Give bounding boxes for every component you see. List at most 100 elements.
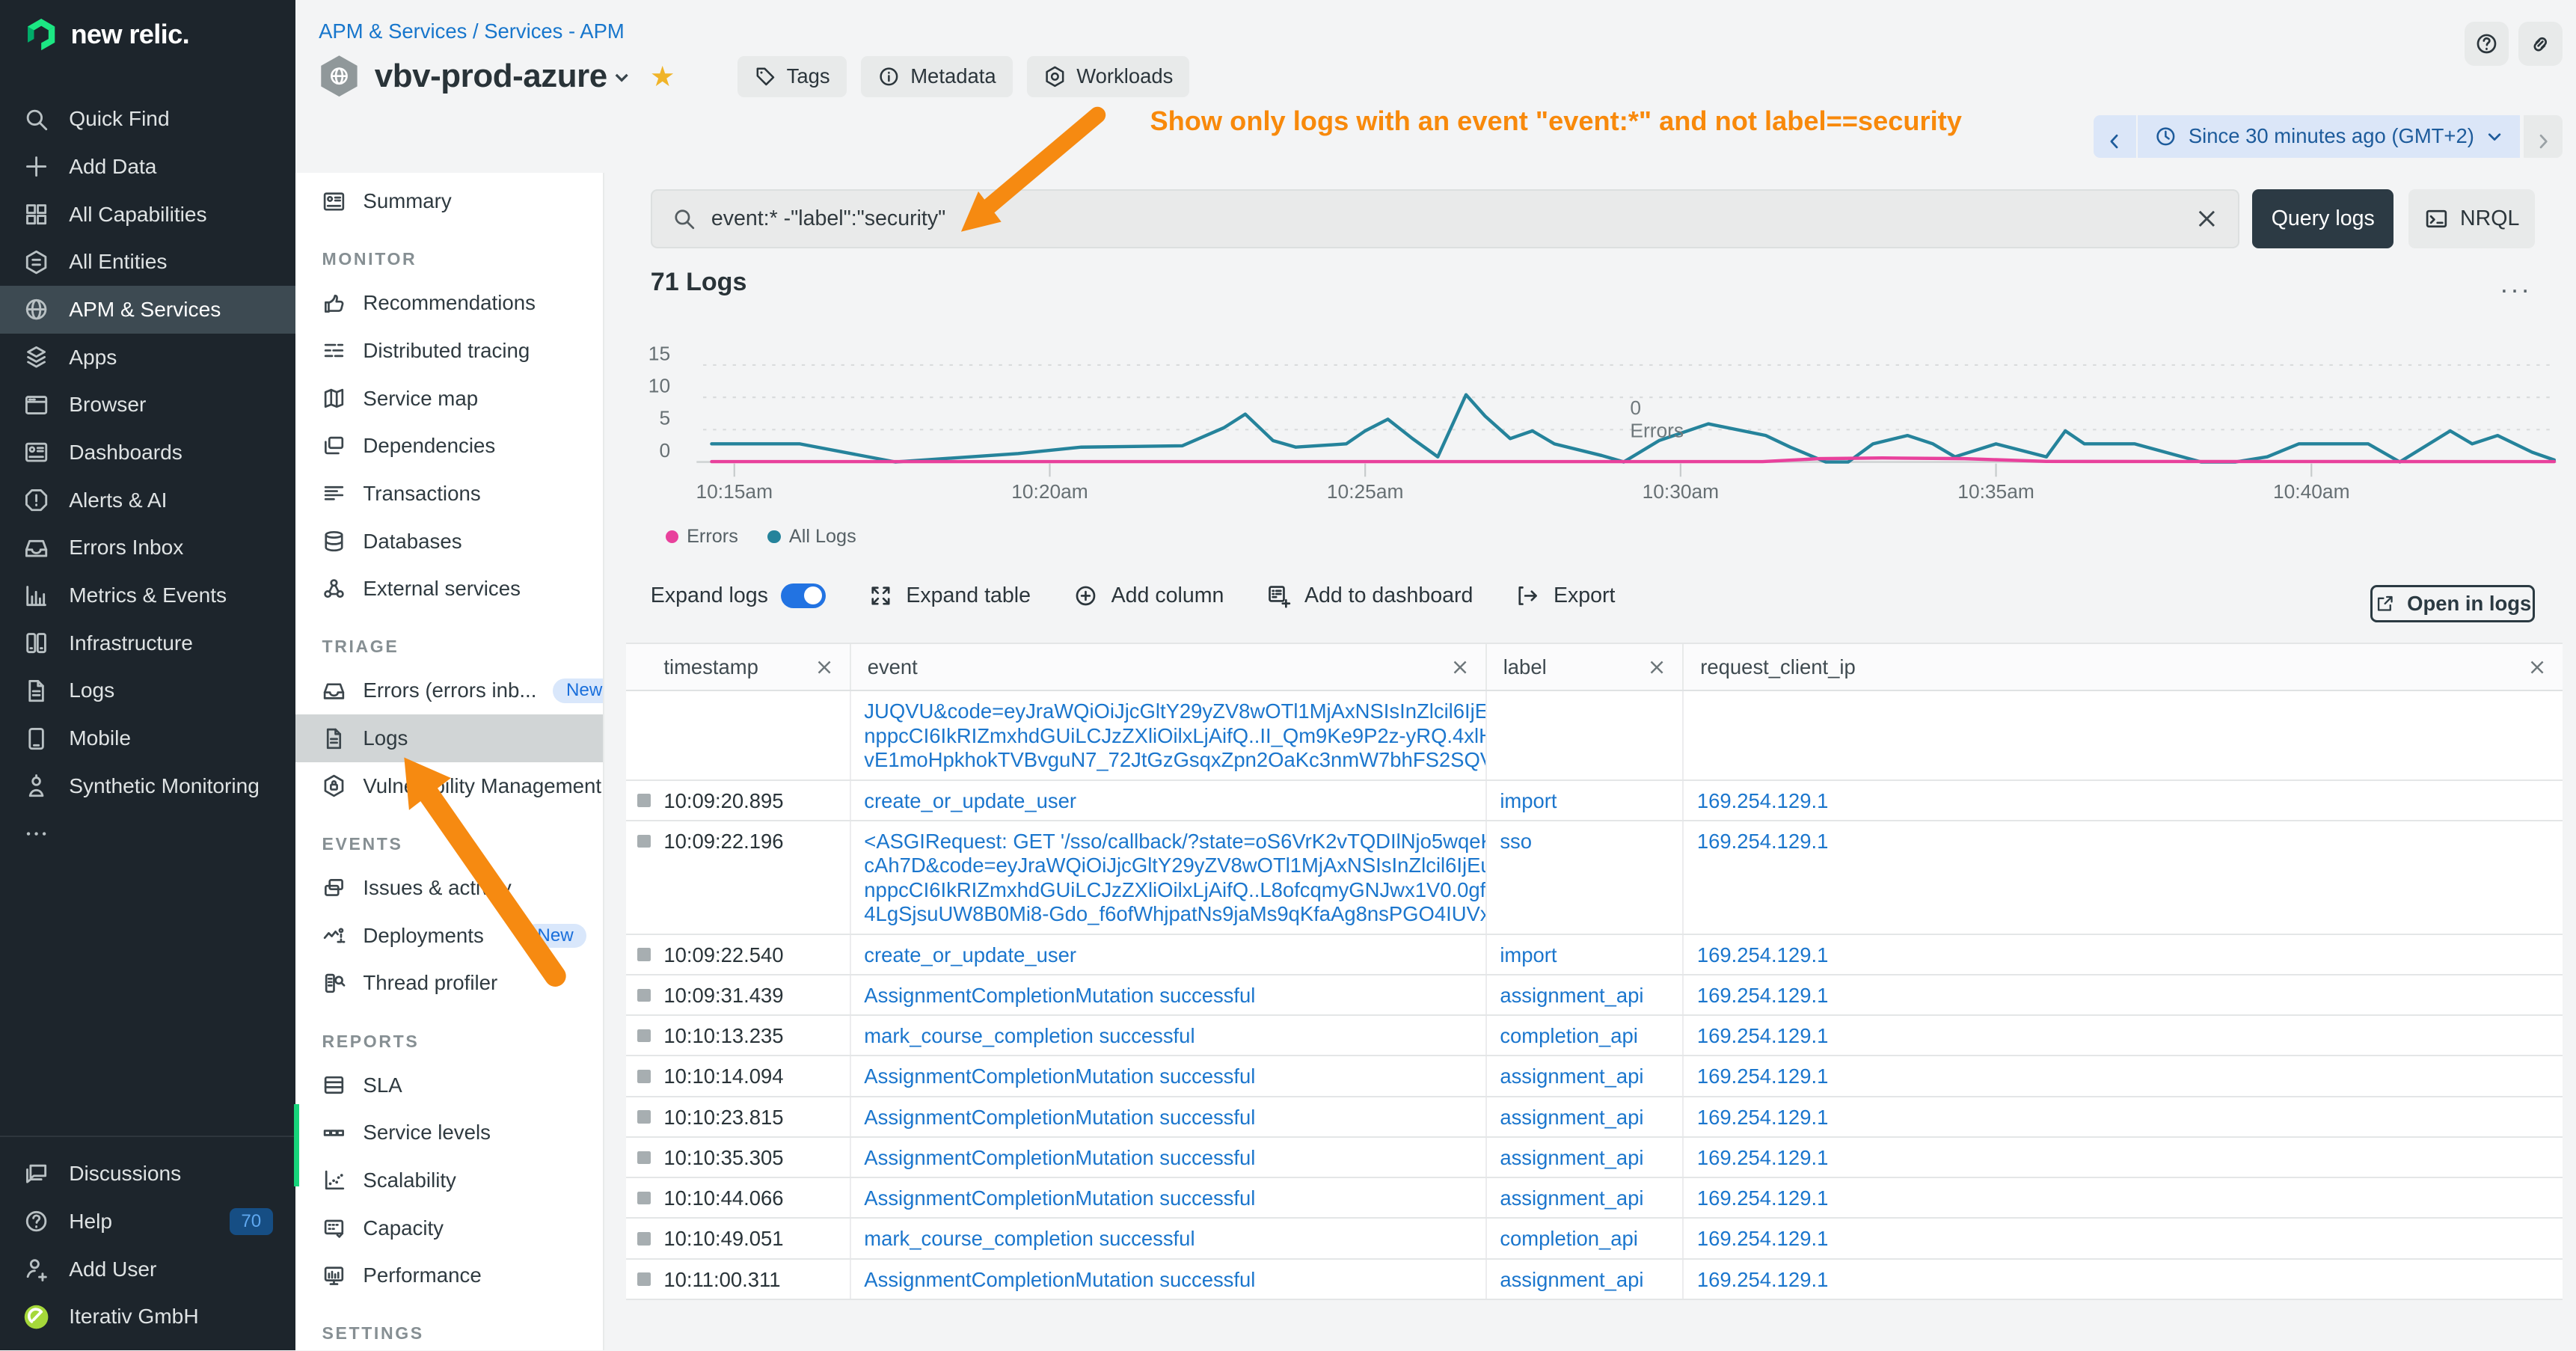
sidebar-item[interactable]: Apps <box>0 334 295 382</box>
sidebar-item[interactable]: Browser <box>0 382 295 429</box>
add-column-button[interactable]: Add column <box>1073 583 1224 608</box>
sidebar-item[interactable]: Quick Find <box>0 95 295 143</box>
subnav-item[interactable]: Dependencies <box>295 422 603 470</box>
event-link[interactable]: JUQVU&code=eyJraWQiOiJjcGltY29yZV8wOTl1M… <box>864 699 1472 724</box>
workloads-button[interactable]: Workloads <box>1027 56 1189 97</box>
column-header-label[interactable]: label <box>1487 644 1684 690</box>
log-row[interactable]: 10:10:14.094AssignmentCompletionMutation… <box>626 1056 2563 1097</box>
subnav-item[interactable]: Capacity <box>295 1204 603 1252</box>
subnav-item[interactable]: Recommendations <box>295 279 603 327</box>
sidebar-item[interactable]: All Entities <box>0 238 295 286</box>
log-row[interactable]: JUQVU&code=eyJraWQiOiJjcGltY29yZV8wOTl1M… <box>626 691 2563 780</box>
sidebar-item[interactable]: Metrics & Events <box>0 572 295 619</box>
subnav-item[interactable]: Logs <box>295 714 603 762</box>
event-link[interactable]: cAh7D&code=eyJraWQiOiJjcGltY29yZV8wOTl1M… <box>864 854 1472 878</box>
sidebar-bottom-item[interactable]: Help 70 <box>0 1198 295 1246</box>
breadcrumb-services-apm[interactable]: Services - APM <box>484 19 625 43</box>
subnav-item[interactable]: Databases <box>295 518 603 566</box>
more-options-icon[interactable]: ... <box>2500 269 2532 299</box>
legend-errors[interactable]: Errors <box>666 526 738 548</box>
event-link[interactable]: nppcCI6IkRIZmxhdGUiLCJzZXliOilxLjAifQ..L… <box>864 878 1472 903</box>
subnav-item[interactable]: SLA <box>295 1062 603 1109</box>
subnav-item[interactable]: Service levels <box>295 1109 603 1157</box>
subnav-item[interactable]: Errors (errors inb... New <box>295 667 603 715</box>
subnav-item[interactable]: Transactions <box>295 470 603 518</box>
event-link[interactable]: create_or_update_user <box>864 943 1472 968</box>
breadcrumb-apm-services[interactable]: APM & Services <box>319 19 467 43</box>
subnav-item[interactable]: Service map <box>295 375 603 423</box>
open-in-logs-button[interactable]: Open in logs <box>2370 585 2535 623</box>
event-link[interactable]: <ASGIRequest: GET '/sso/callback/?state=… <box>864 830 1472 854</box>
expand-table-button[interactable]: Expand table <box>868 583 1031 608</box>
event-link[interactable]: AssignmentCompletionMutation successful <box>864 984 1472 1008</box>
sidebar-item[interactable]: Add Data <box>0 143 295 191</box>
log-row[interactable]: 10:09:31.439AssignmentCompletionMutation… <box>626 975 2563 1016</box>
remove-column-icon[interactable] <box>1451 658 1469 676</box>
subnav-item[interactable]: Summary <box>295 177 603 225</box>
log-row[interactable]: 10:10:35.305AssignmentCompletionMutation… <box>626 1138 2563 1178</box>
log-row[interactable]: 10:09:20.895create_or_update_userimport1… <box>626 781 2563 821</box>
subnav-item[interactable]: Vulnerability Management <box>295 762 603 810</box>
column-header-timestamp[interactable]: timestamp <box>626 644 851 690</box>
add-to-dashboard-button[interactable]: Add to dashboard <box>1266 583 1473 608</box>
time-back-button[interactable] <box>2094 115 2136 158</box>
logs-timeseries-chart[interactable]: 15105010:15am10:20am10:25am10:30am10:35a… <box>611 332 2576 521</box>
sidebar-item[interactable]: Alerts & AI <box>0 477 295 524</box>
log-row[interactable]: 10:10:44.066AssignmentCompletionMutation… <box>626 1178 2563 1219</box>
log-row[interactable]: 10:10:23.815AssignmentCompletionMutation… <box>626 1097 2563 1138</box>
log-row[interactable]: 10:11:00.311AssignmentCompletionMutation… <box>626 1260 2563 1300</box>
log-row[interactable]: 10:09:22.540create_or_update_userimport1… <box>626 935 2563 975</box>
event-link[interactable]: AssignmentCompletionMutation successful <box>864 1064 1472 1089</box>
sidebar-item[interactable]: Mobile <box>0 714 295 762</box>
subnav-item[interactable]: Issues & activity <box>295 864 603 912</box>
sidebar-item[interactable]: Dashboards <box>0 429 295 477</box>
column-header-request_client_ip[interactable]: request_client_ip <box>1684 644 2563 690</box>
sidebar-item[interactable]: Infrastructure <box>0 619 295 667</box>
permalink-button[interactable] <box>2518 22 2563 66</box>
log-row[interactable]: 10:09:22.196<ASGIRequest: GET '/sso/call… <box>626 821 2563 935</box>
log-row[interactable]: 10:10:13.235mark_course_completion succe… <box>626 1016 2563 1056</box>
time-range-button[interactable]: Since 30 minutes ago (GMT+2) <box>2136 115 2521 158</box>
log-search-input[interactable]: event:* -"label":"security" <box>651 189 2239 248</box>
subnav-item[interactable]: Thread profiler <box>295 960 603 1008</box>
clear-search-icon[interactable] <box>2195 207 2218 230</box>
remove-column-icon[interactable] <box>1648 658 1666 676</box>
legend-all-logs[interactable]: All Logs <box>767 526 856 548</box>
export-button[interactable]: Export <box>1515 583 1615 608</box>
event-link[interactable]: AssignmentCompletionMutation successful <box>864 1146 1472 1171</box>
sidebar-item[interactable]: Logs <box>0 667 295 715</box>
event-link[interactable]: AssignmentCompletionMutation successful <box>864 1186 1472 1211</box>
sidebar-item[interactable] <box>0 810 295 858</box>
page-title[interactable]: vbv-prod-azure <box>375 58 632 95</box>
column-header-event[interactable]: event <box>851 644 1487 690</box>
sidebar-item[interactable]: All Capabilities <box>0 191 295 239</box>
log-row[interactable]: 10:10:49.051mark_course_completion succe… <box>626 1219 2563 1259</box>
sidebar-item[interactable]: Errors Inbox <box>0 524 295 572</box>
query-logs-button[interactable]: Query logs <box>2252 189 2393 248</box>
sidebar-bottom-item[interactable]: Add User <box>0 1246 295 1293</box>
event-link[interactable]: mark_course_completion successful <box>864 1227 1472 1252</box>
subnav-item[interactable]: Distributed tracing <box>295 327 603 375</box>
event-link[interactable]: AssignmentCompletionMutation successful <box>864 1106 1472 1130</box>
remove-column-icon[interactable] <box>815 658 833 676</box>
event-link[interactable]: nppcCI6IkRIZmxhdGUiLCJzZXliOilxLjAifQ..I… <box>864 724 1472 749</box>
subnav-item[interactable]: External services <box>295 565 603 613</box>
sidebar-bottom-item[interactable]: Iterativ GmbH <box>0 1293 295 1341</box>
favorite-star-icon[interactable]: ★ <box>650 60 675 93</box>
event-link[interactable]: mark_course_completion successful <box>864 1024 1472 1049</box>
sidebar-item[interactable]: Synthetic Monitoring <box>0 762 295 810</box>
new-relic-logo[interactable]: new relic. <box>23 16 189 52</box>
metadata-button[interactable]: Metadata <box>861 56 1012 97</box>
toggle-on-icon[interactable] <box>781 583 825 608</box>
event-link[interactable]: vE1moHpkhokTVBvguN7_72JtGzGsqxZpn2OaKc3n… <box>864 748 1472 773</box>
sidebar-item[interactable]: APM & Services <box>0 286 295 334</box>
search-query-value[interactable]: event:* -"label":"security" <box>711 206 2180 231</box>
tags-button[interactable]: Tags <box>737 56 847 97</box>
event-link[interactable]: create_or_update_user <box>864 789 1472 814</box>
sidebar-bottom-item[interactable]: Discussions <box>0 1151 295 1198</box>
nrql-button[interactable]: NRQL <box>2408 189 2535 248</box>
remove-column-icon[interactable] <box>2528 658 2546 676</box>
subnav-item[interactable]: Deployments New <box>295 912 603 960</box>
event-link[interactable]: 4LgSjsuUW8B0Mi8-Gdo_f6ofWhjpatNs9jaMs9qK… <box>864 902 1472 927</box>
time-forward-button[interactable] <box>2524 115 2563 158</box>
